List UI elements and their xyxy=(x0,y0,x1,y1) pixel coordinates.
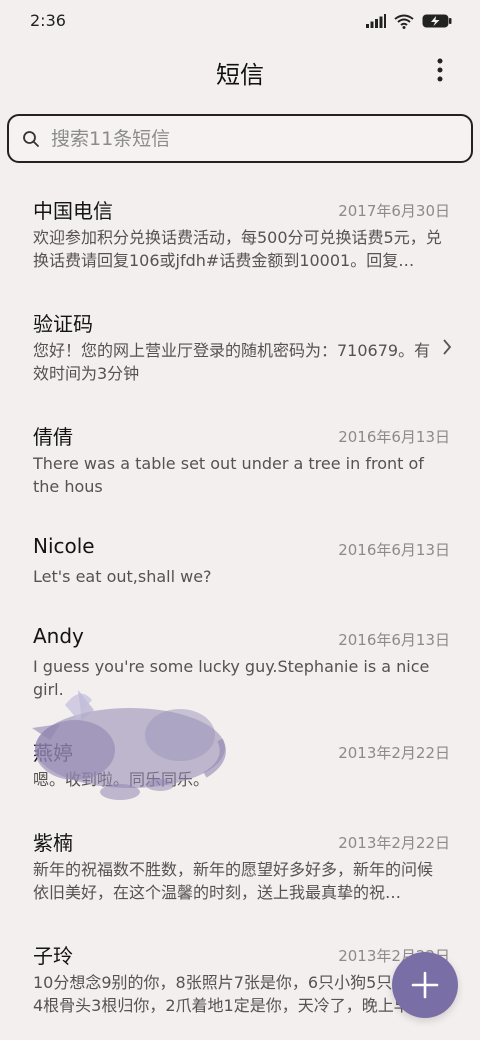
search-icon xyxy=(23,131,39,147)
status-time: 2:36 xyxy=(30,11,66,30)
search-box[interactable] xyxy=(7,114,473,163)
message-date: 2013年2月22日 xyxy=(338,834,450,852)
contact-name: 紫楠 xyxy=(33,831,73,855)
contact-name: 中国电信 xyxy=(33,199,113,223)
message-preview: Let's eat out,shall we? xyxy=(33,567,212,586)
message-date: 2016年6月13日 xyxy=(338,541,450,559)
search-input[interactable] xyxy=(51,126,451,152)
message-preview: 嗯。收到啦。同乐同乐。 xyxy=(33,770,210,789)
conversation-item[interactable]: 中国电信 2017年6月30日 欢迎参加积分兑换话费活动，每500分可兑换话费5… xyxy=(0,180,480,290)
conversation-item[interactable]: 倩倩 2016年6月13日 There was a table set out … xyxy=(0,406,480,516)
contact-name: 子玲 xyxy=(33,944,73,968)
chevron-right-icon xyxy=(443,339,452,355)
contact-name: 倩倩 xyxy=(33,425,73,449)
plus-icon xyxy=(411,971,439,999)
wifi-icon xyxy=(394,14,414,29)
header: 短信 xyxy=(0,42,480,102)
conversation-item[interactable]: 验证码 您好！您的网上营业厅登录的随机密码为：710679。有效时间为3分钟 xyxy=(0,293,480,403)
conversation-item[interactable]: Andy 2016年6月13日 I guess you're some luck… xyxy=(0,609,480,719)
message-preview: 您好！您的网上营业厅登录的随机密码为：710679。有效时间为3分钟 xyxy=(33,341,431,383)
message-date: 2016年6月13日 xyxy=(338,428,450,446)
contact-name: 验证码 xyxy=(33,312,93,336)
message-preview: 新年的祝福数不胜数，新年的愿望好多好多，新年的问候依旧美好，在这个温馨的时刻，送… xyxy=(33,860,434,902)
message-preview: 10分想念9别的你，8张照片7张是你，6只小狗5只是你，4根骨头3根归你，2爪着… xyxy=(33,973,442,1015)
contact-name: 燕婷 xyxy=(33,741,73,765)
status-bar: 2:36 xyxy=(0,0,480,42)
more-vertical-icon xyxy=(437,58,443,82)
status-icons xyxy=(366,12,452,30)
signal-icon xyxy=(366,14,386,28)
conversation-item[interactable]: 紫楠 2013年2月22日 新年的祝福数不胜数，新年的愿望好多好多，新年的问候依… xyxy=(0,812,480,922)
message-preview: There was a table set out under a tree i… xyxy=(33,454,424,496)
message-preview: 欢迎参加积分兑换话费活动，每500分可兑换话费5元，兑换话费请回复106或jfd… xyxy=(33,228,442,270)
contact-name: Andy xyxy=(33,624,84,648)
battery-charging-icon xyxy=(422,14,452,28)
page-title: 短信 xyxy=(216,61,264,89)
message-date: 2017年6月30日 xyxy=(338,202,450,220)
message-date: 2016年6月13日 xyxy=(338,631,450,649)
message-date: 2013年2月22日 xyxy=(338,744,450,762)
contact-name: Nicole xyxy=(33,534,95,558)
new-message-button[interactable] xyxy=(392,952,458,1018)
more-options-button[interactable] xyxy=(428,56,452,86)
message-preview: I guess you're some lucky guy.Stephanie … xyxy=(33,657,430,699)
